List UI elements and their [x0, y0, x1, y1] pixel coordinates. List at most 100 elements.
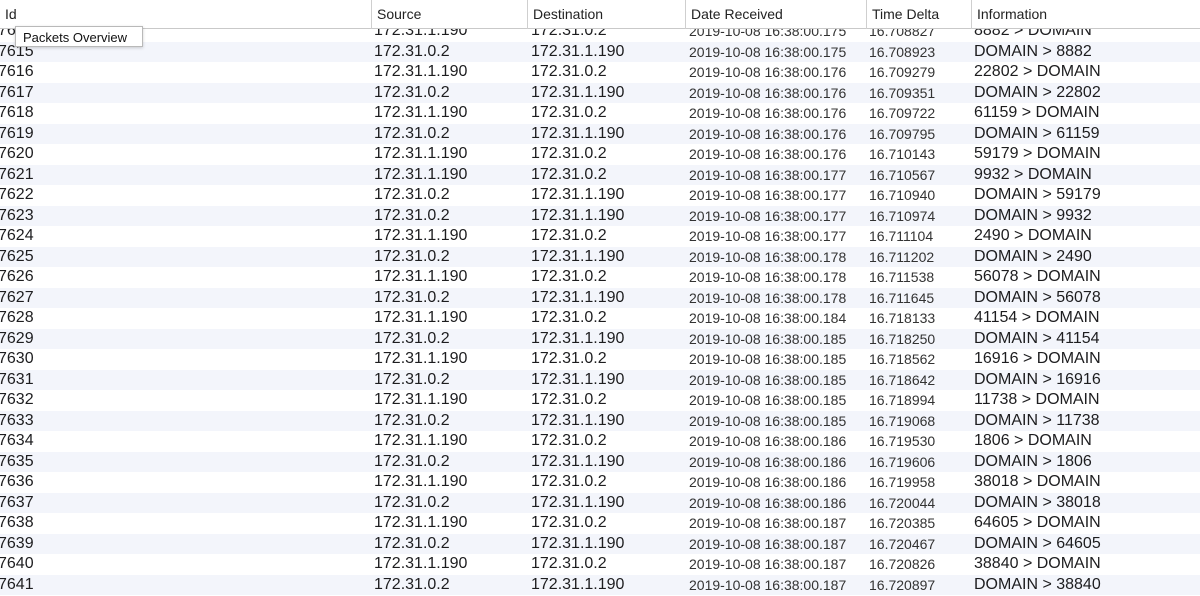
column-header-time-delta[interactable]: Time Delta — [866, 0, 971, 29]
cell-date-received: 2019-10-08 16:38:00.184 — [689, 310, 847, 326]
cell-id: 7619 — [0, 124, 34, 142]
cell-time-delta: 16.718250 — [869, 330, 936, 347]
table-row[interactable]: 7636 172.31.1.190 172.31.0.2 2019-10-08 16:… — [0, 472, 1200, 493]
cell-source: 172.31.1.190 — [374, 432, 468, 449]
cell-time-delta: 16.719958 — [869, 474, 936, 490]
cell-time-delta: 16.711538 — [869, 269, 935, 285]
table-row[interactable]: 7633 172.31.0.2 172.31.1.190 2019-10-08 16:… — [0, 410, 1200, 431]
cell-time-delta: 16.709279 — [869, 64, 936, 80]
cell-destination: 172.31.0.2 — [531, 145, 607, 162]
table-row[interactable]: 7639 172.31.0.2 172.31.1.190 2019-10-08 16:… — [0, 533, 1200, 554]
cell-time-delta: 16.719606 — [869, 453, 936, 470]
table-row[interactable]: 7623 172.31.0.2 172.31.1.190 2019-10-08 16:… — [0, 205, 1200, 226]
cell-date-received: 2019-10-08 16:38:00.185 — [689, 330, 847, 347]
cell-source: 172.31.1.190 — [374, 514, 468, 531]
cell-source: 172.31.0.2 — [374, 370, 450, 388]
packets-overview-tooltip: Packets Overview — [15, 26, 143, 47]
cell-source: 172.31.1.190 — [374, 227, 468, 244]
cell-destination: 172.31.0.2 — [531, 63, 607, 80]
table-row[interactable]: 7638 172.31.1.190 172.31.0.2 2019-10-08 16:… — [0, 513, 1200, 534]
table-row[interactable]: 7625 172.31.0.2 172.31.1.190 2019-10-08 16:… — [0, 246, 1200, 267]
cell-time-delta: 16.711645 — [869, 289, 935, 306]
cell-id: 7629 — [0, 329, 34, 347]
table-row[interactable]: 7637 172.31.0.2 172.31.1.190 2019-10-08 16:… — [0, 492, 1200, 513]
cell-information: 38840 > DOMAIN — [974, 555, 1101, 572]
column-header-destination[interactable]: Destination — [527, 0, 685, 29]
column-header-source[interactable]: Source — [371, 0, 528, 29]
cell-information: DOMAIN > 2490 — [974, 247, 1092, 265]
table-row[interactable]: 7641 172.31.0.2 172.31.1.190 2019-10-08 16:… — [0, 574, 1200, 595]
cell-id: 7631 — [0, 370, 34, 388]
cell-information: DOMAIN > 64605 — [974, 534, 1101, 552]
table-row[interactable]: 7620 172.31.1.190 172.31.0.2 2019-10-08 16:… — [0, 144, 1200, 165]
cell-id: 7640 — [0, 555, 34, 572]
cell-destination: 172.31.1.190 — [531, 575, 625, 593]
cell-source: 172.31.1.190 — [374, 555, 468, 572]
cell-destination: 172.31.0.2 — [531, 350, 607, 367]
cell-id: 7641 — [0, 575, 34, 593]
cell-time-delta: 16.710143 — [869, 146, 936, 162]
cell-date-received: 2019-10-08 16:38:00.175 — [689, 43, 847, 60]
cell-source: 172.31.0.2 — [374, 206, 450, 224]
cell-source: 172.31.1.190 — [374, 63, 468, 80]
cell-destination: 172.31.1.190 — [531, 493, 625, 511]
cell-destination: 172.31.0.2 — [531, 555, 607, 572]
cell-id: 7634 — [0, 432, 34, 449]
cell-source: 172.31.1.190 — [374, 473, 468, 490]
cell-information: DOMAIN > 61159 — [974, 124, 1100, 142]
table-row[interactable]: 7640 172.31.1.190 172.31.0.2 2019-10-08 16:… — [0, 554, 1200, 575]
cell-destination: 172.31.1.190 — [531, 370, 625, 388]
table-row[interactable]: 7622 172.31.0.2 172.31.1.190 2019-10-08 16:… — [0, 185, 1200, 206]
cell-destination: 172.31.1.190 — [531, 206, 625, 224]
cell-information: 11738 > DOMAIN — [974, 391, 1100, 408]
cell-destination: 172.31.1.190 — [531, 186, 625, 203]
column-header-date-received[interactable]: Date Received — [685, 0, 866, 29]
table-row[interactable]: 7631 172.31.0.2 172.31.1.190 2019-10-08 16:… — [0, 369, 1200, 390]
table-row[interactable]: 7618 172.31.1.190 172.31.0.2 2019-10-08 16:… — [0, 103, 1200, 124]
cell-information: 59179 > DOMAIN — [974, 145, 1101, 162]
cell-id: 7627 — [0, 288, 34, 306]
cell-destination: 172.31.0.2 — [531, 514, 607, 531]
cell-information: DOMAIN > 9932 — [974, 206, 1092, 224]
cell-time-delta: 16.719068 — [869, 412, 936, 429]
table-row[interactable]: 7616 172.31.1.190 172.31.0.2 2019-10-08 16:… — [0, 62, 1200, 83]
table-row[interactable]: 7635 172.31.0.2 172.31.1.190 2019-10-08 16:… — [0, 451, 1200, 472]
table-row[interactable]: 7624 172.31.1.190 172.31.0.2 2019-10-08 16:… — [0, 226, 1200, 247]
column-header-information[interactable]: Information — [971, 0, 1200, 29]
cell-information: 56078 > DOMAIN — [974, 268, 1101, 285]
cell-source: 172.31.0.2 — [374, 411, 450, 429]
cell-source: 172.31.1.190 — [374, 165, 468, 183]
table-row[interactable]: 7626 172.31.1.190 172.31.0.2 2019-10-08 16:… — [0, 267, 1200, 288]
table-row[interactable]: 7621 172.31.1.190 172.31.0.2 2019-10-08 16:… — [0, 164, 1200, 185]
cell-information: DOMAIN > 38018 — [974, 493, 1101, 511]
cell-source: 172.31.0.2 — [374, 575, 450, 593]
cell-time-delta: 16.720467 — [869, 535, 936, 552]
cell-date-received: 2019-10-08 16:38:00.186 — [689, 433, 847, 449]
table-row[interactable]: 7628 172.31.1.190 172.31.0.2 2019-10-08 16:… — [0, 308, 1200, 329]
cell-destination: 172.31.1.190 — [531, 452, 625, 470]
cell-date-received: 2019-10-08 16:38:00.177 — [689, 228, 847, 244]
column-header-id[interactable]: Id — [0, 0, 372, 29]
cell-information: 1806 > DOMAIN — [974, 432, 1092, 449]
table-row[interactable]: 7634 172.31.1.190 172.31.0.2 2019-10-08 16:… — [0, 431, 1200, 452]
table-row[interactable]: 7627 172.31.0.2 172.31.1.190 2019-10-08 16:… — [0, 287, 1200, 308]
cell-source: 172.31.0.2 — [374, 534, 450, 552]
cell-time-delta: 16.718994 — [869, 392, 936, 408]
table-row[interactable]: 7619 172.31.0.2 172.31.1.190 2019-10-08 16:… — [0, 123, 1200, 144]
cell-id: 7624 — [0, 227, 34, 244]
table-row[interactable]: 7617 172.31.0.2 172.31.1.190 2019-10-08 16:… — [0, 82, 1200, 103]
cell-id: 7618 — [0, 104, 34, 121]
cell-time-delta: 16.711202 — [869, 248, 935, 265]
cell-source: 172.31.1.190 — [374, 268, 468, 285]
cell-id: 7622 — [0, 186, 34, 203]
table-row[interactable]: 7630 172.31.1.190 172.31.0.2 2019-10-08 16:… — [0, 349, 1200, 370]
table-body: 76 172.31.1.190 172.31.0.2 2019-10-08 16:38… — [0, 21, 1200, 595]
cell-date-received: 2019-10-08 16:38:00.187 — [689, 535, 847, 552]
table-row[interactable]: 7629 172.31.0.2 172.31.1.190 2019-10-08 16:… — [0, 328, 1200, 349]
cell-information: DOMAIN > 38840 — [974, 575, 1101, 593]
cell-id: 7633 — [0, 411, 34, 429]
table-row[interactable]: 7632 172.31.1.190 172.31.0.2 2019-10-08 16:… — [0, 390, 1200, 411]
table-row[interactable]: 7615 172.31.0.2 172.31.1.190 2019-10-08 16:… — [0, 41, 1200, 62]
cell-id: 7632 — [0, 391, 34, 408]
cell-date-received: 2019-10-08 16:38:00.185 — [689, 351, 847, 367]
